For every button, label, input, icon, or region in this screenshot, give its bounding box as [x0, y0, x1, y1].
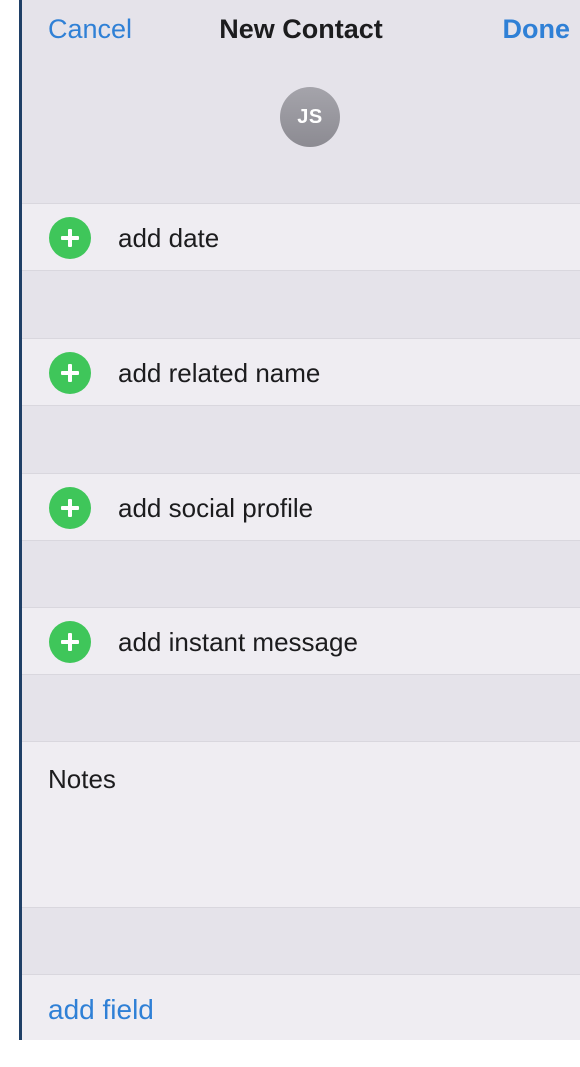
- add-circle-icon[interactable]: [49, 487, 91, 529]
- avatar[interactable]: JS: [280, 87, 340, 147]
- add-date-row[interactable]: add date: [22, 203, 580, 271]
- add-date-label: add date: [118, 223, 220, 253]
- notes-field[interactable]: Notes: [22, 741, 580, 908]
- add-instant-message-label: add instant message: [118, 627, 358, 657]
- add-field-row[interactable]: add field: [22, 974, 580, 1040]
- avatar-initials: JS: [297, 106, 323, 128]
- add-circle-icon[interactable]: [49, 352, 91, 394]
- add-related-name-row[interactable]: add related name: [22, 338, 580, 406]
- add-circle-icon[interactable]: [49, 217, 91, 259]
- add-field-button[interactable]: add field: [48, 994, 154, 1026]
- notes-label: Notes: [48, 764, 116, 794]
- page-title: New Contact: [219, 14, 383, 44]
- add-circle-icon[interactable]: [49, 621, 91, 663]
- add-social-profile-row[interactable]: add social profile: [22, 473, 580, 541]
- new-contact-screen: Cancel New Contact Done JS add date add …: [22, 0, 580, 1040]
- screen: Cancel New Contact Done JS add date add …: [0, 0, 580, 1067]
- add-instant-message-row[interactable]: add instant message: [22, 607, 580, 675]
- add-social-profile-label: add social profile: [118, 493, 314, 523]
- navigation-bar: Cancel New Contact Done: [22, 0, 580, 66]
- done-button[interactable]: Done: [503, 14, 571, 45]
- add-related-name-label: add related name: [118, 358, 321, 388]
